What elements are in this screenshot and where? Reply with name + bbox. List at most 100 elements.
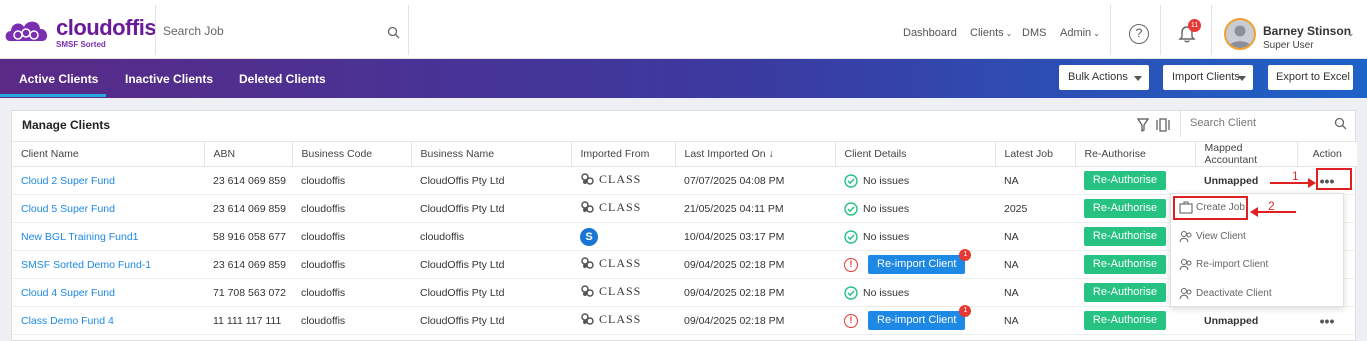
cell-business-name: CloudOffis Pty Ltd bbox=[411, 278, 571, 307]
cell-abn: 23 614 069 859 bbox=[204, 250, 292, 279]
check-circle-icon bbox=[844, 201, 858, 216]
tab-inactive-clients[interactable]: Inactive Clients bbox=[125, 72, 213, 86]
client-name-link[interactable]: Class Demo Fund 4 bbox=[21, 315, 114, 327]
re-authorise-button[interactable]: Re-Authorise bbox=[1084, 283, 1166, 302]
cell-business-name: CloudOffis Pty Ltd bbox=[411, 166, 571, 195]
re-authorise-button[interactable]: Re-Authorise bbox=[1084, 311, 1166, 330]
re-authorise-button[interactable]: Re-Authorise bbox=[1084, 227, 1166, 246]
col-last-imported-on[interactable]: Last Imported On ↓ bbox=[675, 141, 836, 167]
divider bbox=[1110, 5, 1111, 55]
more-actions-icon[interactable]: ••• bbox=[1320, 313, 1335, 329]
cell-last-imported: 07/07/2025 04:08 PM bbox=[675, 166, 835, 195]
user-name[interactable]: Barney Stinson bbox=[1263, 24, 1351, 38]
nav-dms[interactable]: DMS bbox=[1022, 27, 1046, 39]
nav-dashboard[interactable]: Dashboard bbox=[903, 27, 957, 39]
cell-latest-job: NA bbox=[995, 222, 1075, 251]
cell-client-name[interactable]: New BGL Training Fund1 bbox=[12, 222, 204, 251]
help-icon[interactable]: ? bbox=[1129, 24, 1149, 44]
search-job-input[interactable]: Search Job bbox=[163, 24, 403, 42]
top-header: cloudoffis SMSF Sorted Search Job Dashbo… bbox=[0, 0, 1367, 59]
import-clients-label: Import Clients bbox=[1172, 71, 1240, 83]
col-business-code[interactable]: Business Code bbox=[292, 141, 412, 167]
client-name-link[interactable]: Cloud 4 Super Fund bbox=[21, 287, 115, 299]
reimport-client-button[interactable]: Re-import Client 1 bbox=[868, 305, 972, 330]
cell-re-authorise: Re-Authorise bbox=[1075, 306, 1195, 335]
search-client-placeholder: Search Client bbox=[1190, 117, 1257, 129]
table-row: SMSF Sorted Demo Fund-1 23 614 069 859 clo… bbox=[12, 249, 1357, 279]
col-latest-job[interactable]: Latest Job bbox=[995, 141, 1076, 167]
client-name-link[interactable]: New BGL Training Fund1 bbox=[21, 231, 139, 243]
reimport-client-button[interactable]: Re-import Client 1 bbox=[868, 249, 972, 274]
client-details-status: No issues bbox=[863, 202, 910, 215]
re-authorise-button[interactable]: Re-Authorise bbox=[1084, 199, 1166, 218]
cell-business-code: cloudoffis bbox=[292, 166, 411, 195]
brand-tagline: SMSF Sorted bbox=[56, 40, 106, 49]
reimport-badge: 1 bbox=[959, 305, 972, 317]
col-re-authorise[interactable]: Re-Authorise bbox=[1075, 141, 1196, 167]
client-name-link[interactable]: Cloud 5 Super Fund bbox=[21, 203, 115, 215]
imported-from-class: CLASS bbox=[580, 172, 641, 187]
tab-active-clients[interactable]: Active Clients bbox=[19, 72, 98, 86]
sort-down-arrow-icon: ↓ bbox=[768, 148, 774, 160]
cell-imported-from: CLASS bbox=[571, 250, 675, 279]
re-authorise-button[interactable]: Re-Authorise bbox=[1084, 171, 1166, 190]
cell-mapped-accountant: Unmapped bbox=[1195, 306, 1297, 335]
imported-from-class: CLASS bbox=[580, 312, 641, 327]
avatar[interactable] bbox=[1224, 18, 1256, 50]
search-icon[interactable] bbox=[387, 26, 400, 39]
cell-client-name[interactable]: Cloud 4 Super Fund bbox=[12, 278, 204, 307]
col-client-name[interactable]: Client Name bbox=[12, 141, 205, 167]
cell-business-name: CloudOffis Pty Ltd bbox=[411, 250, 571, 279]
tab-deleted-clients[interactable]: Deleted Clients bbox=[239, 72, 326, 86]
re-authorise-button[interactable]: Re-Authorise bbox=[1084, 255, 1166, 274]
col-abn[interactable]: ABN bbox=[204, 141, 293, 167]
imported-from-class: CLASS bbox=[580, 256, 641, 271]
users-icon bbox=[1179, 231, 1192, 243]
cell-latest-job: 2025 bbox=[995, 194, 1075, 223]
cell-client-name[interactable]: Class Demo Fund 4 bbox=[12, 306, 204, 335]
search-client-input[interactable]: Search Client bbox=[1180, 111, 1356, 137]
client-details-status: No issues bbox=[863, 174, 910, 187]
source-label: CLASS bbox=[599, 283, 642, 298]
cell-imported-from: S bbox=[571, 222, 675, 251]
bulk-actions-dropdown[interactable]: Bulk Actions bbox=[1059, 65, 1149, 90]
divider bbox=[1160, 5, 1161, 55]
search-icon[interactable] bbox=[1334, 117, 1347, 130]
client-name-link[interactable]: SMSF Sorted Demo Fund-1 bbox=[21, 259, 151, 271]
cell-client-name[interactable]: SMSF Sorted Demo Fund-1 bbox=[12, 250, 204, 279]
col-imported-from[interactable]: Imported From bbox=[571, 141, 676, 167]
source-label: CLASS bbox=[599, 171, 642, 186]
chevron-down-icon[interactable]: ⌄ bbox=[1347, 28, 1355, 39]
cell-business-code: cloudoffis bbox=[292, 306, 411, 335]
filter-icon[interactable] bbox=[1137, 118, 1149, 132]
brand-logo[interactable]: cloudoffis SMSF Sorted bbox=[4, 15, 157, 49]
source-label: CLASS bbox=[599, 199, 642, 214]
cell-business-name: CloudOffis Pty Ltd bbox=[411, 194, 571, 223]
cell-re-authorise: Re-Authorise bbox=[1075, 166, 1195, 195]
menu-view-client[interactable]: View Client bbox=[1171, 223, 1345, 251]
chevron-down-icon: ⌄ bbox=[1005, 29, 1013, 38]
users-icon bbox=[1179, 288, 1192, 300]
columns-icon[interactable] bbox=[1156, 118, 1170, 132]
cell-latest-job: NA bbox=[995, 278, 1075, 307]
export-excel-button[interactable]: Export to Excel bbox=[1268, 65, 1353, 90]
class-logo-icon bbox=[581, 173, 594, 185]
menu-deactivate-client[interactable]: Deactivate Client bbox=[1171, 280, 1345, 308]
bulk-actions-label: Bulk Actions bbox=[1068, 71, 1128, 83]
annotation-highlight-create-job bbox=[1173, 196, 1248, 220]
import-clients-dropdown[interactable]: Import Clients bbox=[1163, 65, 1253, 90]
col-mapped-accountant[interactable]: Mapped Accountant bbox=[1195, 141, 1298, 167]
table-row: Cloud 2 Super Fund 23 614 069 859 cloudoff… bbox=[12, 166, 1357, 195]
col-business-name[interactable]: Business Name bbox=[411, 141, 572, 167]
nav-clients[interactable]: Clients ⌄ bbox=[970, 27, 1012, 39]
menu-reimport-client[interactable]: Re-import Client bbox=[1171, 251, 1345, 279]
source-label: CLASS bbox=[599, 311, 642, 326]
col-client-details[interactable]: Client Details bbox=[835, 141, 996, 167]
nav-admin[interactable]: Admin ⌄ bbox=[1060, 27, 1100, 39]
client-name-link[interactable]: Cloud 2 Super Fund bbox=[21, 175, 115, 187]
imported-from-class: CLASS bbox=[580, 284, 641, 299]
table-row: Cloud 4 Super Fund 71 708 563 072 cloudoff… bbox=[12, 278, 1357, 307]
cell-client-name[interactable]: Cloud 2 Super Fund bbox=[12, 166, 204, 195]
cell-client-name[interactable]: Cloud 5 Super Fund bbox=[12, 194, 204, 223]
table-header-row: Client Name ABN Business Code Business N… bbox=[12, 141, 1357, 167]
